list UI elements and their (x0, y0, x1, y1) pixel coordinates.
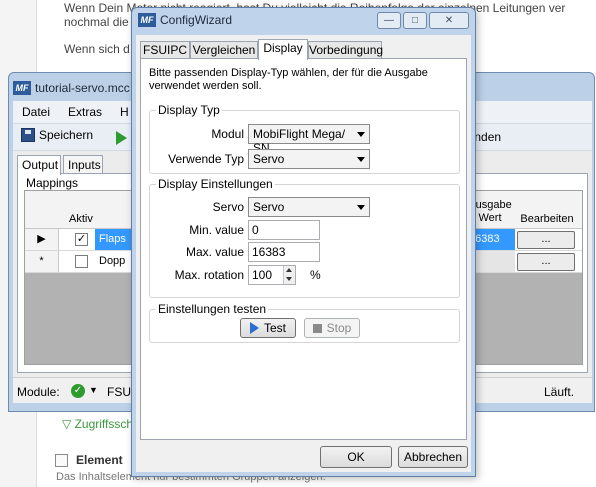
row-name: Flaps (99, 233, 126, 245)
test-button-label: Test (263, 321, 286, 335)
chevron-down-icon (357, 157, 365, 162)
dialog-titlebar[interactable]: MF ConfigWizard (138, 13, 232, 27)
dialog-body: FSUIPC Vergleichen Display Vorbedingung … (136, 35, 471, 472)
row-active-checkbox[interactable]: ✓ (75, 233, 88, 246)
rotation-unit: % (310, 268, 321, 282)
module-status-label: Module: (17, 385, 60, 399)
row-name: Dopp (99, 255, 126, 267)
display-type-group: Display Typ Modul MobiFlight Mega/ SN Ve… (149, 103, 460, 174)
stepper-buttons[interactable] (283, 266, 295, 284)
dialog-title: ConfigWizard (160, 13, 233, 27)
tab-output[interactable]: Output (17, 155, 61, 175)
row-marker: * (25, 251, 59, 272)
stop-button[interactable]: Stop (304, 318, 360, 338)
display-description: Bitte passenden Display-Typ wählen, der … (149, 67, 428, 92)
main-window-title: tutorial-servo.mcc (35, 81, 130, 95)
use-type-select[interactable]: Servo (248, 149, 370, 169)
menu-datei[interactable]: Datei (13, 105, 59, 119)
cancel-button[interactable]: Abbrechen (398, 446, 468, 468)
test-button[interactable]: Test (240, 318, 296, 338)
save-button-label: Speichern (39, 128, 94, 142)
save-button[interactable]: Speichern (21, 128, 93, 142)
stepper-down-icon[interactable] (286, 277, 292, 281)
min-value-input[interactable]: 0 (248, 220, 320, 240)
tab-inputs[interactable]: Inputs (63, 155, 103, 174)
tab-vorbedingung[interactable]: Vorbedingung (308, 41, 383, 59)
running-status: Läuft. (544, 385, 575, 399)
dialog-tabs: FSUIPC Vergleichen Display Vorbedingung (140, 39, 470, 60)
tab-fsuipc[interactable]: FSUIPC (140, 41, 190, 59)
display-settings-legend: Display Einstellungen (156, 177, 275, 191)
use-type-label: Verwende Typ (168, 152, 244, 166)
chevron-down-icon (357, 132, 365, 137)
column-bearbeiten[interactable]: Bearbeiten (515, 213, 579, 225)
chevron-down-icon (357, 205, 365, 210)
play-icon[interactable] (116, 131, 127, 145)
stepper-up-icon[interactable] (286, 268, 292, 272)
access-section-link[interactable]: ▽ Zugriffssch (62, 417, 133, 431)
servo-select[interactable]: Servo (248, 197, 370, 217)
menu-extras[interactable]: Extras (59, 105, 111, 119)
min-value-label: Min. value (189, 223, 244, 237)
mobiflight-logo-icon: MF (13, 81, 31, 95)
checkmark-ok-icon[interactable]: ✓ (71, 384, 85, 398)
mappings-label: Mappings (24, 176, 81, 190)
close-button[interactable]: ✕ (429, 12, 469, 29)
minimize-button[interactable]: — (377, 12, 401, 29)
max-value-label-text: Max. value (185, 245, 244, 259)
maximize-button[interactable]: □ (403, 12, 427, 29)
dropdown-arrow-icon[interactable]: ▼ (89, 385, 98, 395)
module-select[interactable]: MobiFlight Mega/ SN (248, 124, 370, 155)
row-edit-button[interactable]: ... (517, 253, 575, 271)
config-wizard-dialog: MF ConfigWizard — □ ✕ FSUIPC Vergleichen… (131, 7, 476, 477)
element-label: Element (76, 453, 123, 467)
max-rotation-stepper[interactable]: 100 (248, 265, 296, 285)
background-text-line3: Wenn sich d (64, 42, 130, 56)
play-icon (249, 322, 259, 334)
max-rotation-value: 100 (252, 268, 273, 282)
mobiflight-logo-icon: MF (138, 13, 156, 27)
servo-select-value: Servo (253, 200, 285, 214)
window-controls: — □ ✕ (375, 12, 469, 29)
tab-display[interactable]: Display (258, 39, 308, 60)
row-edit-button[interactable]: ... (517, 231, 575, 249)
column-aktiv[interactable]: Aktiv (69, 213, 93, 225)
module-label: Modul (211, 127, 244, 141)
display-type-legend: Display Typ (156, 103, 222, 117)
row-marker: ▶ (25, 229, 59, 250)
stop-button-label: Stop (326, 321, 352, 335)
tab-vergleichen[interactable]: Vergleichen (190, 41, 258, 59)
display-settings-group: Display Einstellungen Servo Servo Min. v… (149, 177, 460, 298)
max-rotation-label: Max. rotation (174, 268, 244, 282)
servo-label: Servo (212, 200, 244, 214)
max-value-input[interactable]: 16383 (248, 242, 320, 262)
stop-icon (312, 323, 322, 333)
ok-button[interactable]: OK (320, 446, 392, 468)
dialog-footer: OK Abbrechen (136, 440, 471, 472)
element-checkbox[interactable] (55, 454, 68, 467)
test-settings-legend: Einstellungen testen (156, 302, 269, 316)
use-type-select-value: Servo (253, 152, 285, 166)
row-active-checkbox[interactable] (75, 255, 88, 268)
display-panel: Bitte passenden Display-Typ wählen, der … (140, 58, 467, 440)
test-settings-group: Einstellungen testen Test Stop (149, 302, 460, 343)
background-text-line2: nochmal die (64, 15, 129, 29)
floppy-disk-icon (21, 128, 35, 142)
